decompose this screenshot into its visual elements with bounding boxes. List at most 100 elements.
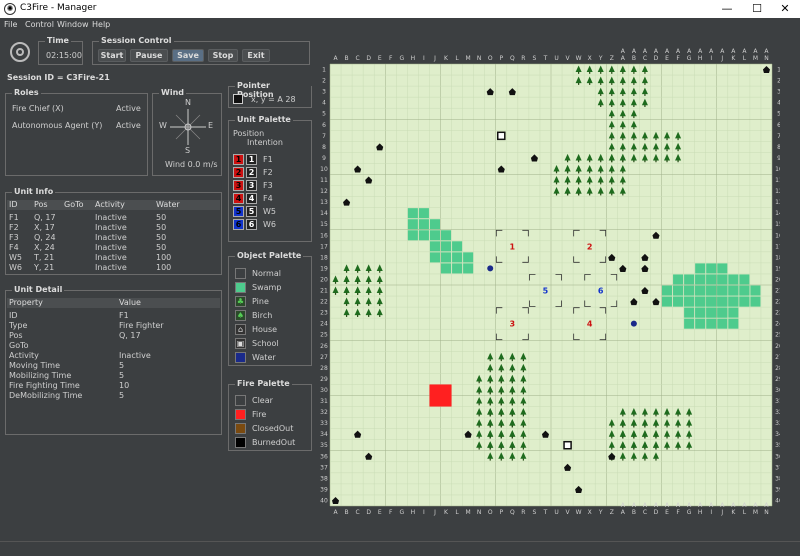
table-row[interactable]: F3 Q, 24 Inactive 50 [6, 233, 221, 243]
swamp-cell [750, 296, 761, 307]
swamp-cell [463, 263, 474, 274]
object-normal[interactable]: Normal [232, 268, 312, 280]
fire-map[interactable]: AABBCCDDEEFFGGHHIIJJKKLLMMNNOOPPQQRRSSTT… [318, 48, 780, 528]
tree-trunk [622, 414, 624, 417]
tree-trunk [489, 425, 491, 428]
start-button[interactable]: Start [98, 49, 126, 62]
role-name[interactable]: Autonomous Agent (Y) [12, 121, 102, 130]
table-row[interactable]: GoTo [6, 341, 221, 351]
row-label-right: 24 [775, 321, 780, 328]
tree-trunk [611, 149, 613, 152]
unit-palette-row[interactable]: 1 1 F1 [233, 154, 309, 166]
table-row[interactable]: Activity Inactive [6, 351, 221, 361]
row-label-left: 16 [320, 232, 328, 239]
col-label-bottom: Z [610, 509, 614, 516]
table-row[interactable]: W6 Y, 21 Inactive 100 [6, 263, 221, 273]
role-name[interactable]: Fire Chief (X) [12, 104, 64, 113]
fire-closedout[interactable]: ClosedOut [232, 423, 312, 435]
table-row[interactable]: Moving Time 5 [6, 361, 221, 371]
col-header[interactable]: Water [156, 200, 180, 209]
unit-label: F3 [263, 181, 273, 190]
unit-palette-row[interactable]: 2 2 F2 [233, 167, 309, 179]
col-label-bottom: E [378, 509, 382, 516]
table-row[interactable]: Pos Q, 17 [6, 331, 221, 341]
object-school[interactable]: ▣ School [232, 338, 312, 350]
col-label-top: U [554, 55, 558, 62]
tree-trunk [611, 193, 613, 196]
unit-palette-row[interactable]: 3 3 F3 [233, 180, 309, 192]
title-bar: ✺ C3Fire - Manager — ☐ ✕ [0, 0, 800, 18]
table-row[interactable]: ID F1 [6, 311, 221, 321]
col-header[interactable]: Value [119, 298, 141, 307]
col-label-top: D [366, 55, 371, 62]
tree-trunk [478, 447, 480, 450]
tree-trunk [566, 171, 569, 174]
object-swamp[interactable]: Swamp [232, 282, 312, 294]
menu-control[interactable]: Control [25, 20, 54, 29]
exit-button[interactable]: Exit [242, 49, 270, 62]
col-header[interactable]: Pos [34, 200, 48, 209]
table-row[interactable]: F4 X, 24 Inactive 50 [6, 243, 221, 253]
col-header[interactable]: Property [9, 298, 43, 307]
table-cell: Fire Fighter [119, 321, 164, 330]
stop-button[interactable]: Stop [208, 49, 238, 62]
tree-trunk [677, 425, 679, 428]
tree-trunk [655, 436, 657, 439]
minimize-button[interactable]: — [712, 1, 742, 17]
tree-trunk [368, 281, 370, 284]
col-header[interactable]: GoTo [64, 200, 84, 209]
water-icon [235, 352, 246, 363]
tree-trunk [622, 105, 624, 107]
menu-help[interactable]: Help [92, 20, 110, 29]
tree-trunk [644, 160, 646, 163]
intention-label: Intention [247, 138, 283, 147]
tree-trunk [511, 425, 513, 428]
unit-marker-6: 6 [598, 287, 604, 296]
table-cell: 5 [119, 361, 125, 370]
table-row[interactable]: Type Fire Fighter [6, 321, 221, 331]
table-row[interactable]: F2 X, 17 Inactive 50 [6, 223, 221, 233]
unit-palette-row[interactable]: 5 5 W5 [233, 206, 309, 218]
col-label-bottom: D [366, 509, 371, 516]
fire-fire[interactable]: Fire [232, 409, 312, 421]
object-house[interactable]: ⌂ House [232, 324, 312, 336]
unit-label: F4 [263, 194, 273, 203]
tree-trunk [644, 138, 646, 141]
menu-file[interactable]: File [4, 20, 17, 29]
col-header[interactable]: ID [9, 200, 18, 209]
col-label-top: A [621, 48, 626, 55]
object-pine[interactable]: ♣ Pine [232, 296, 312, 308]
tree-trunk [555, 171, 558, 174]
unit-palette-row[interactable]: 4 4 F4 [233, 193, 309, 205]
pause-button[interactable]: Pause [130, 49, 168, 62]
row-label-right: 21 [775, 288, 780, 295]
table-row[interactable]: DeMobilizing Time 5 [6, 391, 221, 401]
wind-panel: Wind N W E S Wind 0.0 m/s [152, 88, 222, 176]
tree-trunk [522, 458, 524, 461]
col-label-bottom: X [588, 509, 592, 516]
row-label-left: 18 [320, 254, 328, 261]
table-row[interactable]: Fire Fighting Time 10 [6, 381, 221, 391]
tree-trunk [644, 105, 646, 107]
fire-clear[interactable]: Clear [232, 395, 312, 407]
unit-marker-5: 5 [543, 287, 549, 296]
unit-palette-row[interactable]: 6 6 W6 [233, 219, 309, 231]
row-label-right: 22 [775, 299, 780, 306]
col-label-top: A [698, 48, 703, 55]
col-header[interactable]: Activity [95, 200, 125, 209]
tree-trunk [578, 182, 580, 185]
fire-burnedout[interactable]: BurnedOut [232, 437, 312, 449]
table-row[interactable]: W5 T, 21 Inactive 100 [6, 253, 221, 263]
row-label-right: 40 [775, 497, 780, 504]
table-row[interactable]: F1 Q, 17 Inactive 50 [6, 213, 221, 223]
save-button[interactable]: Save [172, 49, 204, 62]
tree-trunk [611, 425, 613, 428]
object-birch[interactable]: ♠ Birch [232, 310, 312, 322]
maximize-button[interactable]: ☐ [742, 1, 772, 17]
row-label-left: 2 [322, 78, 326, 85]
table-row[interactable]: Mobilizing Time 5 [6, 371, 221, 381]
close-button[interactable]: ✕ [770, 1, 800, 17]
object-water[interactable]: Water [232, 352, 312, 364]
row-label-right: 36 [775, 453, 780, 460]
menu-window[interactable]: Window [57, 20, 89, 29]
